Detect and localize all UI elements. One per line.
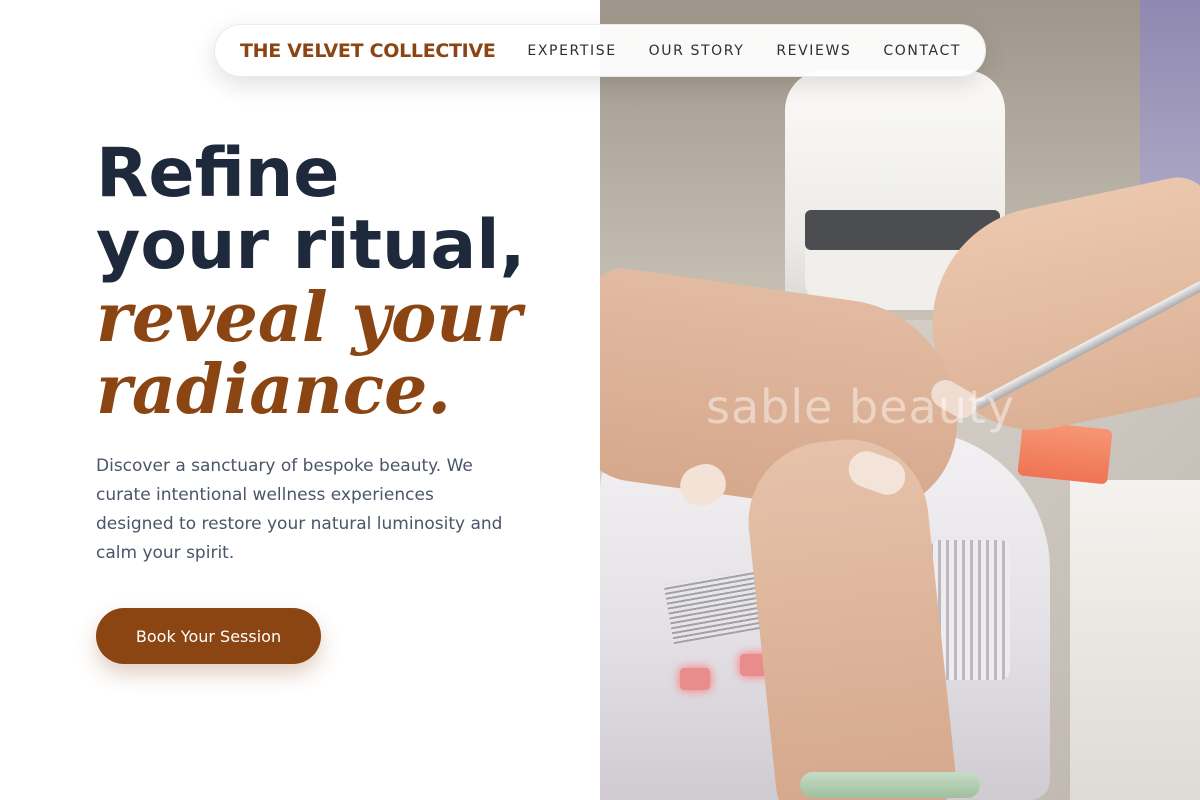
nav-link-our-story[interactable]: OUR STORY [649, 43, 745, 59]
photo-watermark: sable beauty [706, 380, 1016, 434]
hero-description: Discover a sanctuary of bespoke beauty. … [96, 456, 503, 563]
book-session-button[interactable]: Book Your Session [96, 608, 321, 664]
hero-heading-accent: radiance. [96, 350, 452, 430]
brand-logo[interactable]: THE VELVET COLLECTIVE [240, 40, 496, 62]
hero-photo: sable beauty [600, 0, 1200, 800]
nav-link-contact[interactable]: CONTACT [883, 43, 961, 59]
hero-heading-line: Refine [96, 134, 340, 213]
photo-violet-accent [1140, 0, 1200, 200]
hero-heading-line: your ritual, [96, 206, 526, 285]
photo-bracelet [800, 772, 980, 798]
nav-link-expertise[interactable]: EXPERTISE [527, 43, 616, 59]
hero-heading: Refine your ritual, reveal your radiance… [96, 134, 576, 430]
nav-links: EXPERTISE OUR STORY REVIEWS CONTACT [527, 43, 961, 59]
main-nav: THE VELVET COLLECTIVE EXPERTISE OUR STOR… [214, 24, 986, 77]
photo-lamp-led [680, 668, 710, 690]
nav-link-reviews[interactable]: REVIEWS [776, 43, 851, 59]
photo-towel [1070, 480, 1200, 800]
hero-heading-accent: reveal your [96, 278, 522, 358]
